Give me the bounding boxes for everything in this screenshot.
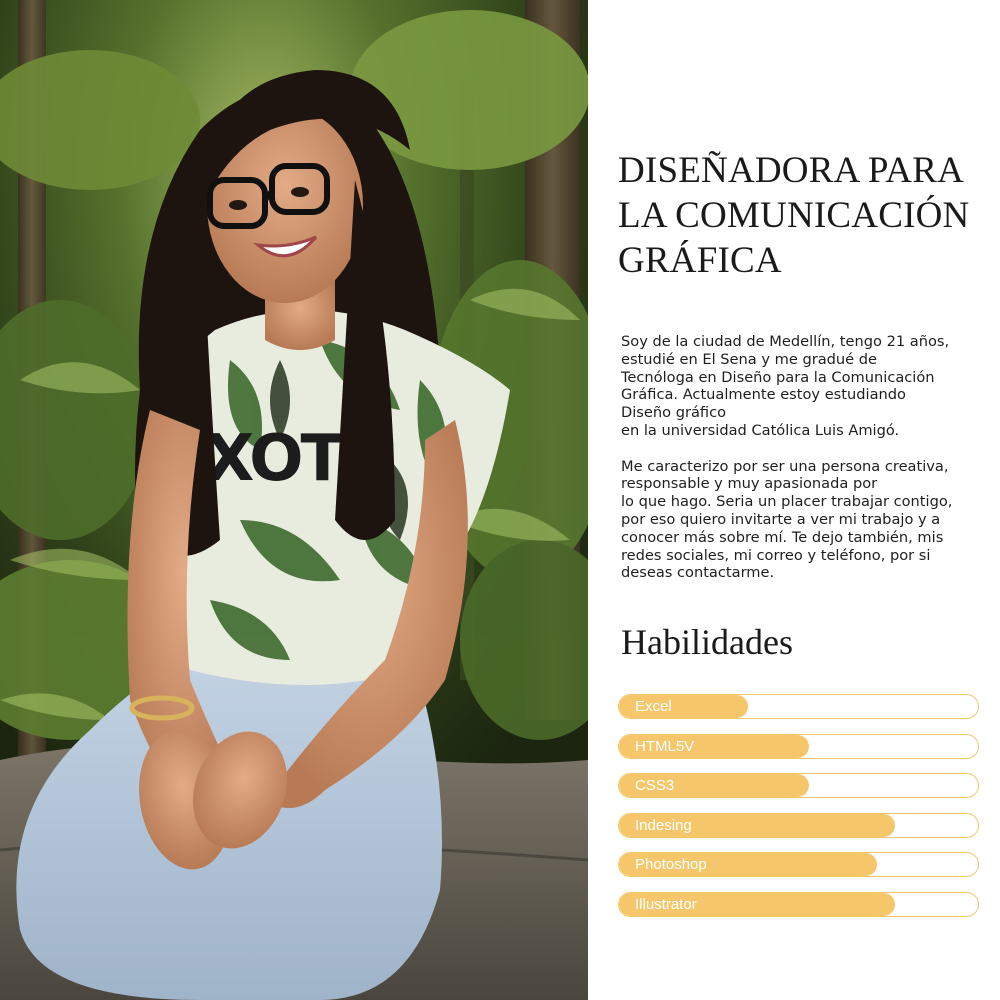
skill-bar-html5v: HTML5V [618,733,979,759]
skills-list: Excel HTML5V CSS3 Indesing Photoshop Ill… [618,694,979,931]
profile-content: DISEÑADORA PARA LA COMUNICACIÓN GRÁFICA … [618,0,988,1000]
bio-line: deseas contactarme. [621,564,775,582]
skill-bar-photoshop: Photoshop [618,852,979,877]
profile-page: XOTT DISEÑADORA PARA LA COMUNICACIÓN GRÁ… [0,0,1000,1000]
skill-label: Indesing [635,816,692,834]
skill-bar-css3: CSS3 [618,773,979,798]
bio-line: en la universidad Católica Luis Amigó. [621,421,900,439]
skills-heading: Habilidades [621,622,793,662]
skill-bar-illustrator: Illustrator [618,891,979,917]
profile-title-line: LA COMUNICACIÓN [618,195,970,236]
profile-title-line: DISEÑADORA PARA [618,150,965,191]
bio-paragraph: Me caracterizo por ser una persona creat… [621,458,986,583]
profile-title: DISEÑADORA PARA LA COMUNICACIÓN GRÁFICA [618,148,988,283]
bio-line: Gráfica. Actualmente estoy estudiando [621,386,906,404]
bio-paragraph: Soy de la ciudad de Medellín, tengo 21 a… [621,333,986,440]
skill-label: CSS3 [635,777,675,794]
bio-line: por eso quiero invitarte a ver mi trabaj… [621,510,941,528]
portrait-illustration: XOTT [0,0,588,1000]
profile-photo: XOTT [0,0,588,1000]
bio-line: responsable y muy apasionada por [621,475,878,493]
skill-label: Photoshop [635,856,707,873]
skill-label: Illustrator [635,895,697,913]
bio-line: Tecnóloga en Diseño para la Comunicación [621,368,935,386]
skill-label: Excel [635,698,672,715]
skill-label: HTML5V [635,737,695,755]
bio-line: redes sociales, mi correo y teléfono, po… [621,546,931,564]
profile-bio: Soy de la ciudad de Medellín, tengo 21 a… [621,333,986,582]
bio-line: conocer más sobre mí. Te dejo también, m… [621,528,944,546]
skill-bar-excel: Excel [618,694,979,719]
bio-line: Diseño gráfico [621,404,727,422]
bio-line: Soy de la ciudad de Medellín, tengo 21 a… [621,333,950,350]
bio-line: estudié en El Sena y me gradué de [621,350,878,368]
skill-bar-indesing: Indesing [618,812,979,838]
bio-line: lo que hago. Seria un placer trabajar co… [621,493,953,511]
bio-line: Me caracterizo por ser una persona creat… [621,457,949,475]
profile-title-line: GRÁFICA [618,240,782,281]
